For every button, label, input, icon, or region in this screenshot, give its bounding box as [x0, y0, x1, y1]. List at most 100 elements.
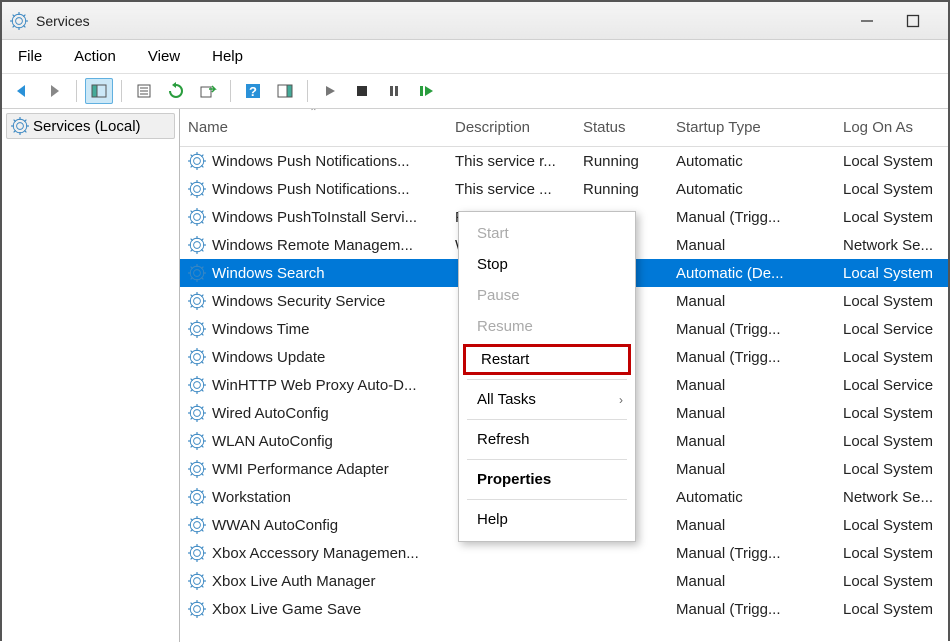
column-header-logon[interactable]: Log On As	[835, 109, 948, 146]
action-pane-button[interactable]	[271, 78, 299, 104]
service-logon: Local System	[835, 349, 948, 366]
service-startup: Manual	[668, 517, 835, 534]
service-name: Xbox Live Auth Manager	[212, 573, 375, 590]
service-name: Windows Update	[212, 349, 325, 366]
menu-file[interactable]: File	[12, 46, 48, 67]
restart-service-button[interactable]	[412, 78, 440, 104]
service-name: Windows PushToInstall Servi...	[212, 209, 417, 226]
service-logon: Local System	[835, 601, 948, 618]
service-name: Windows Remote Managem...	[212, 237, 413, 254]
service-startup: Manual (Trigg...	[668, 601, 835, 618]
svg-text:?: ?	[249, 84, 257, 99]
service-name: Windows Search	[212, 265, 325, 282]
ctx-pause: Pause	[459, 280, 635, 311]
service-description: This service r...	[447, 153, 575, 170]
service-row[interactable]: Xbox Accessory Managemen... Manual (Trigg…	[180, 539, 948, 567]
service-logon: Local System	[835, 433, 948, 450]
toolbar-separator	[307, 80, 308, 102]
service-logon: Local System	[835, 153, 948, 170]
service-startup: Manual	[668, 293, 835, 310]
service-name: Xbox Live Game Save	[212, 601, 361, 618]
service-startup: Manual (Trigg...	[668, 321, 835, 338]
pause-service-button[interactable]	[380, 78, 408, 104]
ctx-stop[interactable]: Stop	[459, 249, 635, 280]
service-row[interactable]: Xbox Live Game Save Manual (Trigg...Local…	[180, 595, 948, 623]
export-button[interactable]	[194, 78, 222, 104]
column-header-startup[interactable]: Startup Type	[668, 109, 835, 146]
service-row[interactable]: Xbox Live Auth ManagerManualLocal System	[180, 567, 948, 595]
help-button[interactable]: ?	[239, 78, 267, 104]
properties-button[interactable]	[130, 78, 158, 104]
service-icon	[188, 460, 206, 478]
service-name: Windows Time	[212, 321, 310, 338]
ctx-all-tasks[interactable]: All Tasks›	[459, 384, 635, 415]
menu-action[interactable]: Action	[68, 46, 122, 67]
column-header-status[interactable]: Status	[575, 109, 668, 146]
service-row[interactable]: Windows Push Notifications... This servic…	[180, 175, 948, 203]
service-logon: Local System	[835, 181, 948, 198]
ctx-properties[interactable]: Properties	[459, 464, 635, 495]
service-logon: Local System	[835, 265, 948, 282]
service-icon	[188, 488, 206, 506]
ctx-start: Start	[459, 218, 635, 249]
service-icon	[188, 404, 206, 422]
window-title: Services	[36, 13, 858, 29]
service-status: Running	[575, 153, 668, 170]
column-header-name[interactable]: ⌃Name	[180, 109, 447, 146]
service-startup: Automatic (De...	[668, 265, 835, 282]
refresh-button[interactable]	[162, 78, 190, 104]
service-startup: Manual	[668, 377, 835, 394]
list-header: ⌃Name Description Status Startup Type Lo…	[180, 109, 948, 147]
toolbar-separator	[76, 80, 77, 102]
forward-button[interactable]	[40, 78, 68, 104]
service-name: Xbox Accessory Managemen...	[212, 545, 419, 562]
ctx-help[interactable]: Help	[459, 504, 635, 535]
service-name: WLAN AutoConfig	[212, 433, 333, 450]
service-name: Windows Push Notifications...	[212, 153, 410, 170]
show-hide-tree-button[interactable]	[85, 78, 113, 104]
service-logon: Local System	[835, 517, 948, 534]
ctx-separator	[467, 419, 627, 420]
tree-root-services-local[interactable]: Services (Local)	[6, 113, 175, 139]
service-status: Running	[575, 181, 668, 198]
toolbar: ?	[2, 74, 948, 109]
service-startup: Manual (Trigg...	[668, 209, 835, 226]
service-icon	[188, 180, 206, 198]
menu-view[interactable]: View	[142, 46, 186, 67]
minimize-button[interactable]	[858, 12, 876, 30]
service-logon: Local Service	[835, 321, 948, 338]
service-startup: Automatic	[668, 181, 835, 198]
service-icon	[188, 152, 206, 170]
service-startup: Manual	[668, 237, 835, 254]
submenu-arrow-icon: ›	[619, 393, 623, 407]
toolbar-separator	[230, 80, 231, 102]
service-row[interactable]: Windows Push Notifications... This servic…	[180, 147, 948, 175]
service-icon	[188, 432, 206, 450]
maximize-button[interactable]	[904, 12, 922, 30]
service-icon	[188, 600, 206, 618]
menu-help[interactable]: Help	[206, 46, 249, 67]
back-button[interactable]	[8, 78, 36, 104]
service-logon: Local Service	[835, 377, 948, 394]
start-service-button[interactable]	[316, 78, 344, 104]
app-icon	[10, 12, 28, 30]
service-name: Windows Security Service	[212, 293, 385, 310]
titlebar: Services	[2, 2, 948, 40]
service-icon	[188, 516, 206, 534]
ctx-separator	[467, 379, 627, 380]
service-logon: Network Se...	[835, 237, 948, 254]
column-header-description[interactable]: Description	[447, 109, 575, 146]
ctx-restart[interactable]: Restart	[463, 344, 631, 375]
service-startup: Manual (Trigg...	[668, 545, 835, 562]
service-description: This service ...	[447, 181, 575, 198]
service-icon	[188, 236, 206, 254]
service-name: Windows Push Notifications...	[212, 181, 410, 198]
service-startup: Automatic	[668, 489, 835, 506]
context-menu: Start Stop Pause Resume Restart All Task…	[458, 211, 636, 542]
stop-service-button[interactable]	[348, 78, 376, 104]
service-icon	[188, 572, 206, 590]
service-name: WWAN AutoConfig	[212, 517, 338, 534]
ctx-refresh[interactable]: Refresh	[459, 424, 635, 455]
service-icon	[188, 320, 206, 338]
toolbar-separator	[121, 80, 122, 102]
